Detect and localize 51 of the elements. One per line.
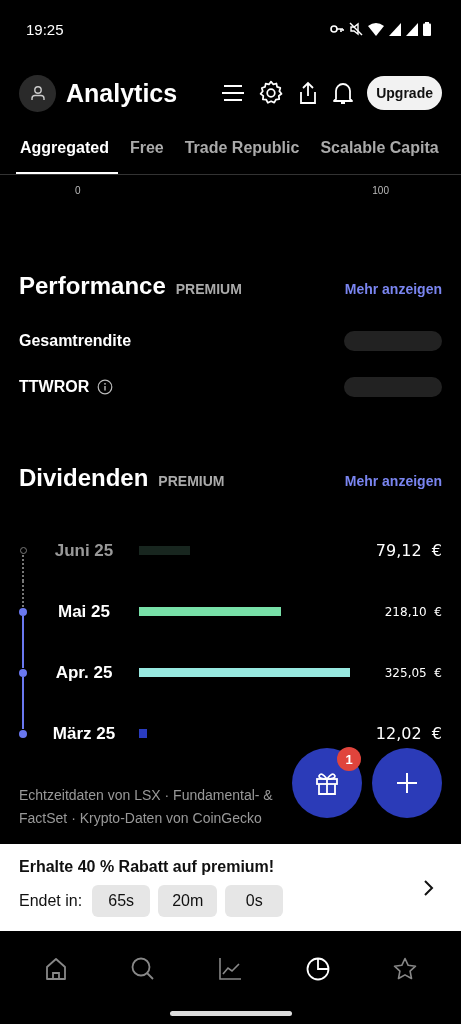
metric-label: Gesamtrendite [19, 332, 132, 350]
dividend-amount: 12,02 € [375, 724, 442, 743]
plus-icon [395, 771, 419, 795]
gift-button[interactable]: 1 [292, 748, 362, 818]
avatar-icon[interactable] [19, 74, 56, 112]
show-more-link[interactable]: Mehr anzeigen [344, 281, 442, 297]
dividend-amount: 218,10 € [384, 604, 442, 619]
countdown-chip: 65s [92, 885, 151, 917]
key-icon [330, 24, 344, 34]
month-label: Mai 25 [57, 601, 111, 622]
menu-icon[interactable] [221, 83, 246, 103]
signal-icon [406, 22, 418, 36]
battery-icon [423, 22, 431, 36]
bell-icon[interactable] [332, 81, 355, 105]
chart-icon[interactable] [217, 956, 244, 982]
pie-icon[interactable] [304, 956, 331, 982]
month-label: Apr. 25 [54, 662, 114, 683]
promo-title: Erhalte 40 % Rabatt auf premium! [19, 858, 276, 876]
mute-icon [349, 22, 363, 36]
premium-label: PREMIUM [175, 281, 242, 297]
tab[interactable]: Free [125, 128, 173, 174]
info-icon[interactable] [97, 379, 114, 395]
data-source-text: FactSet · Krypto-Daten von CoinGecko [19, 809, 263, 828]
countdown-label: Endet in: [19, 892, 83, 910]
section-title: Performance [19, 272, 166, 300]
wifi-icon [368, 22, 384, 36]
month-label: Juni 25 [53, 540, 115, 561]
star-icon[interactable] [392, 956, 419, 982]
month-label: März 25 [51, 723, 117, 744]
tab[interactable]: Trade Republic [180, 128, 309, 174]
metric-label: TTWROR [19, 378, 90, 396]
settings-icon[interactable] [258, 80, 285, 106]
tab[interactable]: Aggregated [16, 128, 118, 174]
dividend-amount: 325,05 € [384, 665, 442, 680]
notification-badge: 1 [337, 747, 361, 771]
upgrade-button[interactable]: Upgrade [367, 76, 442, 110]
axis-label: 100 [372, 185, 389, 196]
data-source-text: Echtzeitdaten von LSX · Fundamental- & [19, 786, 274, 805]
page-title: Analytics [66, 78, 179, 108]
chevron-right-icon[interactable] [423, 878, 435, 897]
countdown-chip: 0s [225, 885, 284, 917]
premium-label: PREMIUM [158, 473, 225, 489]
dividend-amount: 79,12 € [375, 541, 442, 560]
tab[interactable]: Scalable Capita [316, 128, 448, 174]
axis-label: 0 [75, 185, 81, 196]
signal-icon [389, 22, 401, 36]
countdown-chip: 20m [158, 885, 218, 917]
status-time: 19:25 [26, 20, 64, 38]
promo-banner[interactable]: Erhalte 40 % Rabatt auf premium! Endet in: 65s 20m 0s [0, 844, 461, 931]
show-more-link[interactable]: Mehr anzeigen [344, 473, 442, 489]
section-title: Dividenden [19, 464, 149, 492]
